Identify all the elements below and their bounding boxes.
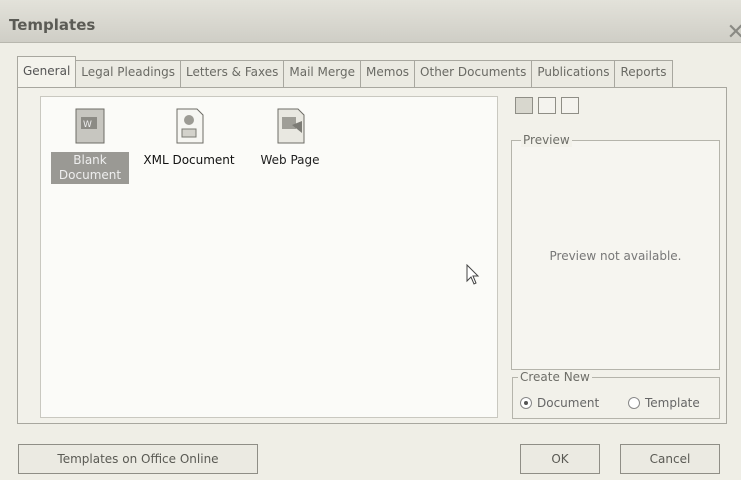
- blank-document-item[interactable]: W Blank Document: [51, 107, 129, 184]
- radio-unselected-icon: [628, 397, 640, 409]
- tab-strip: General Legal Pleadings Letters & Faxes …: [17, 56, 673, 90]
- template-list[interactable]: W Blank Document XML Document Web Page: [40, 96, 498, 418]
- title-bar: Templates ✕: [0, 0, 741, 45]
- document-radio[interactable]: Document: [520, 396, 599, 410]
- preview-message: Preview not available.: [549, 249, 682, 263]
- large-icons-view-icon[interactable]: [515, 97, 533, 114]
- create-new-legend: Create New: [518, 370, 592, 384]
- template-radio[interactable]: Template: [628, 396, 700, 410]
- tab-publications[interactable]: Publications: [531, 60, 616, 87]
- templates-online-button[interactable]: Templates on Office Online: [18, 444, 258, 474]
- details-view-icon[interactable]: [561, 97, 579, 114]
- xml-document-icon: [176, 108, 204, 144]
- web-page-item[interactable]: Web Page: [251, 107, 329, 169]
- tab-letters-faxes[interactable]: Letters & Faxes: [180, 60, 285, 87]
- tab-memos[interactable]: Memos: [360, 60, 416, 87]
- tab-legal-pleadings[interactable]: Legal Pleadings: [75, 60, 182, 87]
- dialog-title: Templates: [9, 16, 96, 34]
- xml-document-item[interactable]: XML Document: [139, 107, 239, 169]
- radio-selected-icon: [520, 397, 532, 409]
- tab-reports[interactable]: Reports: [614, 60, 673, 87]
- cancel-button[interactable]: Cancel: [620, 444, 720, 474]
- close-icon[interactable]: ✕: [727, 20, 741, 45]
- templates-dialog: Templates ✕ General Legal Pleadings Lett…: [0, 0, 741, 480]
- tab-mail-merge[interactable]: Mail Merge: [283, 60, 362, 87]
- view-buttons: [515, 97, 579, 114]
- preview-box: Preview not available.: [511, 140, 720, 370]
- list-view-icon[interactable]: [538, 97, 556, 114]
- tab-other-documents[interactable]: Other Documents: [414, 60, 533, 87]
- tab-general[interactable]: General: [17, 56, 77, 90]
- svg-text:W: W: [83, 120, 92, 130]
- web-page-icon: [277, 108, 305, 144]
- preview-legend: Preview: [521, 133, 572, 147]
- mouse-cursor-icon: [466, 264, 480, 285]
- ok-button[interactable]: OK: [520, 444, 600, 474]
- word-document-icon: W: [75, 108, 105, 144]
